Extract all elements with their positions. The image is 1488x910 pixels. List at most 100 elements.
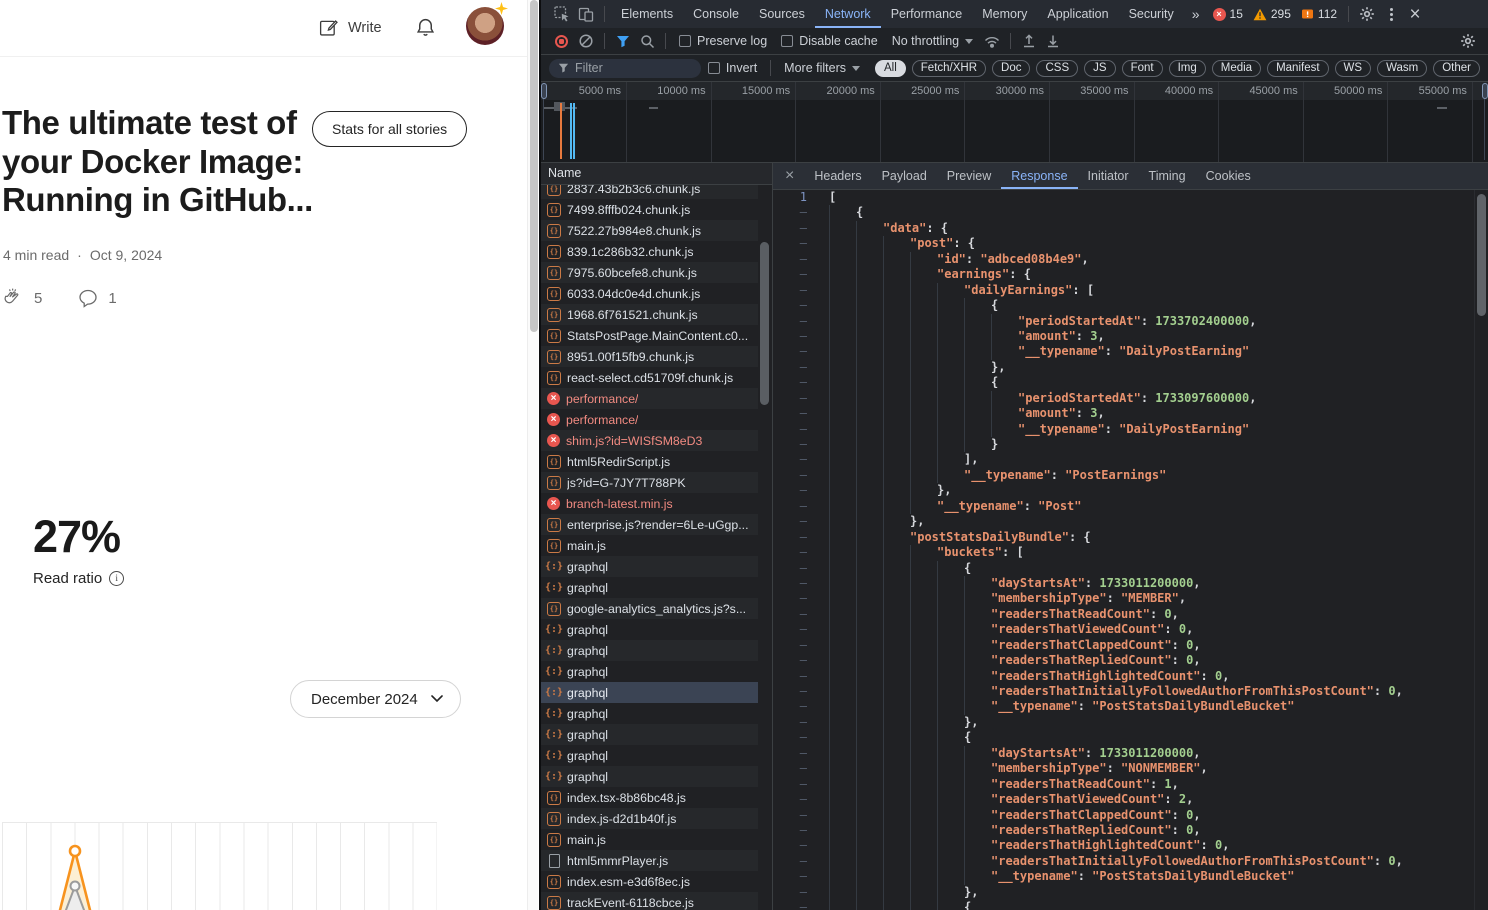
network-request-row[interactable]: index.js-d2d1b40f.js — [541, 808, 772, 829]
network-request-row[interactable]: graphql — [541, 703, 772, 724]
issues-badge[interactable]: 112 — [1301, 7, 1337, 21]
clear-network-log-icon[interactable] — [574, 29, 598, 53]
search-icon[interactable] — [635, 29, 659, 53]
filter-type-chip[interactable]: WS — [1335, 60, 1372, 77]
responses-count[interactable]: 1 — [108, 290, 116, 307]
filter-type-chip[interactable]: Img — [1169, 60, 1206, 77]
network-request-row[interactable]: 6033.04dc0e4d.chunk.js — [541, 283, 772, 304]
month-selector-dropdown[interactable]: December 2024 — [290, 680, 461, 718]
network-request-row[interactable]: html5mmrPlayer.js — [541, 850, 772, 871]
filter-type-chip[interactable]: Wasm — [1377, 60, 1427, 77]
detail-tab[interactable]: Payload — [872, 163, 937, 189]
devtools-panel-tab[interactable]: Sources — [749, 0, 815, 28]
clap-icon[interactable] — [2, 287, 24, 309]
response-scrollbar[interactable] — [1474, 190, 1488, 910]
network-conditions-icon[interactable] — [980, 29, 1004, 53]
filter-input[interactable]: Filter — [549, 59, 701, 78]
filter-type-chip[interactable]: JS — [1084, 60, 1115, 77]
page-scrollbar[interactable] — [527, 0, 538, 910]
throttling-dropdown[interactable]: No throttling — [892, 34, 973, 48]
inspect-element-icon[interactable] — [550, 2, 574, 26]
devtools-panel-tab[interactable]: Memory — [972, 0, 1037, 28]
filter-type-chip[interactable]: Media — [1212, 60, 1261, 77]
filter-type-chip[interactable]: Other — [1433, 60, 1480, 77]
info-icon[interactable]: i — [109, 571, 124, 586]
invert-checkbox[interactable]: Invert — [708, 61, 757, 75]
overview-left-handle[interactable] — [541, 83, 547, 99]
network-request-row[interactable]: graphql — [541, 766, 772, 787]
network-request-row[interactable]: main.js — [541, 829, 772, 850]
import-har-icon[interactable] — [1017, 29, 1041, 53]
more-filters-dropdown[interactable]: More filters — [784, 61, 860, 75]
more-tabs-chevron[interactable]: » — [1184, 6, 1208, 22]
export-har-icon[interactable] — [1041, 29, 1065, 53]
network-request-row[interactable]: trackEvent-6118cbce.js — [541, 892, 772, 910]
write-button[interactable]: Write — [318, 17, 382, 38]
network-request-row[interactable]: StatsPostPage.MainContent.c0... — [541, 325, 772, 346]
network-request-row[interactable]: html5RedirScript.js — [541, 451, 772, 472]
notifications-bell-icon[interactable] — [415, 16, 436, 38]
daily-stats-chart[interactable] — [2, 822, 437, 910]
detail-tab[interactable]: Timing — [1139, 163, 1196, 189]
close-devtools-icon[interactable]: × — [1403, 2, 1427, 26]
devtools-panel-tab[interactable]: Network — [815, 0, 881, 28]
filter-type-chip[interactable]: CSS — [1036, 60, 1078, 77]
network-request-row[interactable]: 1968.6f761521.chunk.js — [541, 304, 772, 325]
checkbox[interactable] — [708, 62, 720, 74]
checkbox[interactable] — [781, 35, 793, 47]
network-request-row[interactable]: shim.js?id=WISfSM8eD3 — [541, 430, 772, 451]
network-request-row[interactable]: 839.1c286b32.chunk.js — [541, 241, 772, 262]
detail-tab[interactable]: Initiator — [1078, 163, 1139, 189]
network-request-row[interactable]: branch-latest.min.js — [541, 493, 772, 514]
page-scrollbar-thumb[interactable] — [530, 0, 538, 332]
device-toolbar-icon[interactable] — [574, 2, 598, 26]
network-request-row[interactable]: 7975.60bcefe8.chunk.js — [541, 262, 772, 283]
filter-type-chip[interactable]: Doc — [992, 60, 1030, 77]
detail-tab[interactable]: Cookies — [1196, 163, 1261, 189]
network-request-row[interactable]: graphql — [541, 724, 772, 745]
filter-type-chip[interactable]: Manifest — [1267, 60, 1328, 77]
detail-tab[interactable]: Preview — [937, 163, 1001, 189]
network-settings-gear-icon[interactable] — [1456, 29, 1480, 53]
responses-icon[interactable] — [78, 288, 98, 308]
network-request-row[interactable]: enterprise.js?render=6Le-uGgp... — [541, 514, 772, 535]
checkbox[interactable] — [679, 35, 691, 47]
network-request-row[interactable]: react-select.cd51709f.chunk.js — [541, 367, 772, 388]
network-request-row[interactable]: 7499.8fffb024.chunk.js — [541, 199, 772, 220]
filter-toggle-icon[interactable] — [611, 29, 635, 53]
filter-type-chip[interactable]: All — [875, 60, 906, 77]
network-overview-timeline[interactable]: 5000 ms 10000 ms 15000 ms 20000 ms 25000… — [541, 82, 1488, 163]
filter-type-chip[interactable]: Font — [1122, 60, 1163, 77]
devtools-panel-tab[interactable]: Application — [1037, 0, 1118, 28]
detail-tab[interactable]: Headers — [804, 163, 871, 189]
network-request-row[interactable]: graphql — [541, 661, 772, 682]
network-request-row[interactable]: index.esm-e3d6f8ec.js — [541, 871, 772, 892]
filter-type-chip[interactable]: Fetch/XHR — [912, 60, 986, 77]
network-request-row[interactable]: graphql — [541, 682, 772, 703]
detail-tab[interactable]: Response — [1001, 163, 1077, 189]
network-request-row[interactable]: 8951.00f15fb9.chunk.js — [541, 346, 772, 367]
kebab-menu-icon[interactable] — [1379, 2, 1403, 26]
devtools-panel-tab[interactable]: Security — [1119, 0, 1184, 28]
network-request-row[interactable]: performance/ — [541, 409, 772, 430]
profile-avatar[interactable] — [466, 7, 504, 45]
overview-right-handle[interactable] — [1482, 83, 1488, 99]
request-list-scrollbar[interactable] — [758, 185, 772, 910]
console-errors-badge[interactable]: × 15 — [1213, 7, 1243, 21]
stats-for-all-stories-button[interactable]: Stats for all stories — [312, 111, 467, 147]
disable-cache-checkbox[interactable]: Disable cache — [781, 34, 878, 48]
devtools-panel-tab[interactable]: Console — [683, 0, 749, 28]
network-request-row[interactable]: graphql — [541, 577, 772, 598]
network-request-row[interactable]: graphql — [541, 640, 772, 661]
preserve-log-checkbox[interactable]: Preserve log — [679, 34, 767, 48]
response-json-viewer[interactable]: 1 [ – { – "data": { – "post": { – — [773, 190, 1474, 910]
close-detail-icon[interactable]: × — [773, 167, 804, 185]
network-request-row[interactable]: performance/ — [541, 388, 772, 409]
network-request-row[interactable]: graphql — [541, 619, 772, 640]
network-request-row[interactable]: main.js — [541, 535, 772, 556]
response-scrollbar-thumb[interactable] — [1477, 194, 1486, 316]
network-request-row[interactable]: js?id=G-7JY7T788PK — [541, 472, 772, 493]
network-request-row[interactable]: index.tsx-8b86bc48.js — [541, 787, 772, 808]
network-request-row[interactable]: google-analytics_analytics.js?s... — [541, 598, 772, 619]
clap-count[interactable]: 5 — [34, 290, 42, 307]
